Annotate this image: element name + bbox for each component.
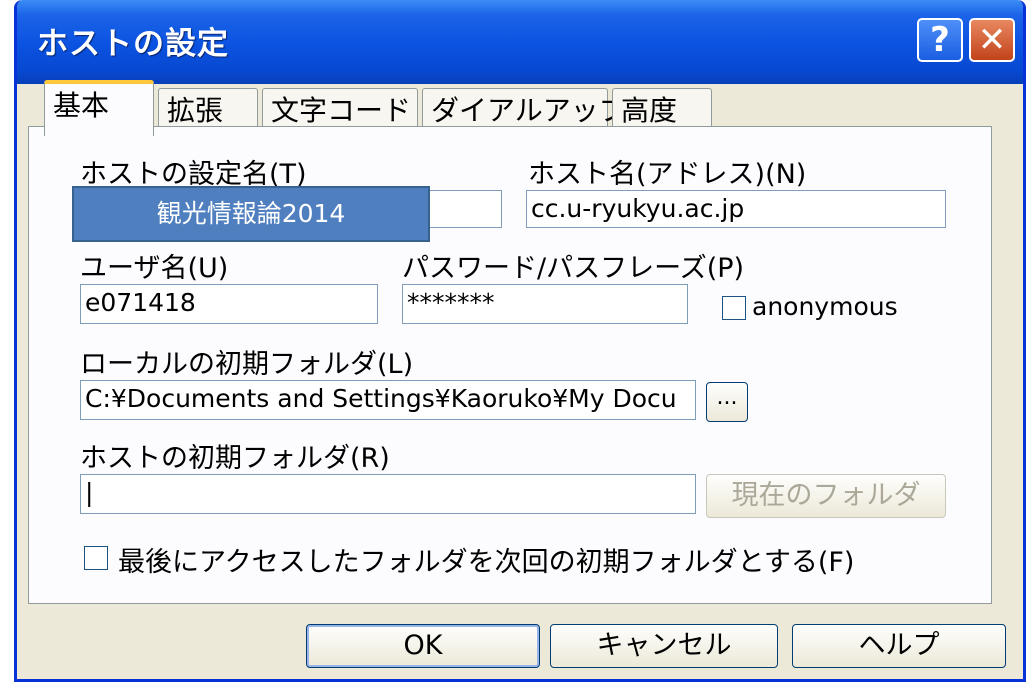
local-folder-label: ローカルの初期フォルダ(L): [80, 349, 414, 380]
host-folder-input[interactable]: |: [80, 474, 696, 514]
host-name-label: ホスト名(アドレス)(N): [528, 159, 807, 190]
ok-button[interactable]: OK: [306, 624, 540, 668]
host-folder-label: ホストの初期フォルダ(R): [80, 443, 390, 474]
close-icon[interactable]: ✕: [969, 18, 1015, 62]
anonymous-checkbox[interactable]: [722, 296, 746, 320]
help-button[interactable]: ヘルプ: [792, 624, 1006, 668]
current-folder-button[interactable]: 現在のフォルダ: [706, 474, 946, 518]
browse-local-folder-button[interactable]: ...: [706, 382, 748, 422]
overlay-caption: 観光情報論2014: [72, 186, 430, 242]
local-folder-input[interactable]: C:¥Documents and Settings¥Kaoruko¥My Doc…: [80, 380, 696, 420]
username-label: ユーザ名(U): [80, 253, 229, 284]
window-title: ホストの設定: [37, 26, 229, 62]
password-label: パスワード/パスフレーズ(P): [402, 253, 745, 284]
host-name-input[interactable]: cc.u-ryukyu.ac.jp: [526, 190, 946, 228]
last-folder-checkbox[interactable]: [84, 546, 108, 570]
username-input[interactable]: e071418: [80, 284, 378, 324]
anonymous-label: anonymous: [752, 292, 898, 321]
last-folder-label: 最後にアクセスしたフォルダを次回の初期フォルダとする(F): [118, 547, 855, 578]
password-input[interactable]: *******: [402, 284, 688, 324]
help-icon[interactable]: ?: [917, 18, 963, 62]
tab-basic[interactable]: 基本: [44, 80, 154, 136]
title-bar[interactable]: ホストの設定 ? ✕: [17, 0, 1023, 84]
cancel-button[interactable]: キャンセル: [550, 624, 778, 668]
